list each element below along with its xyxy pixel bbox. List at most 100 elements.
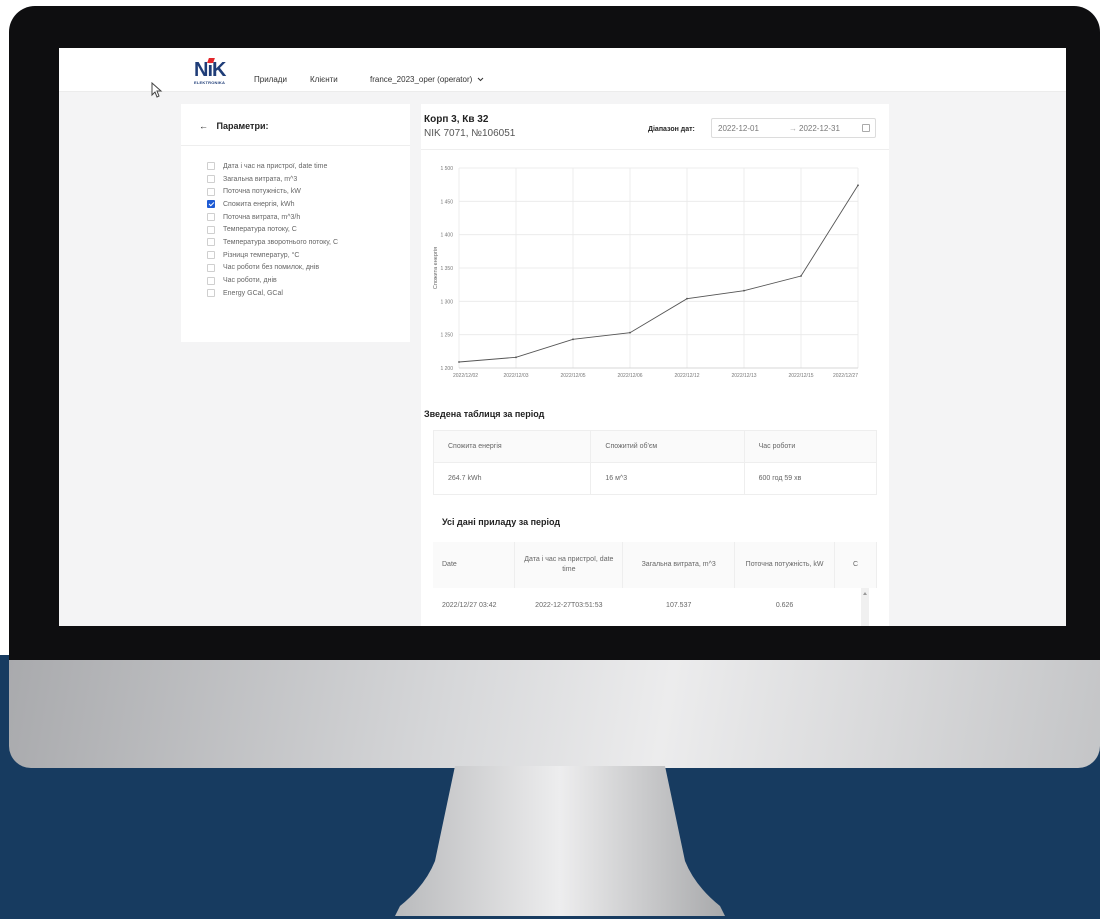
data-point <box>629 331 631 334</box>
y-tick-label: 1 350 <box>440 266 453 272</box>
column-header-total-flow[interactable]: Загальна витрата, m^3 <box>622 542 736 588</box>
parameter-item[interactable]: Поточна витрата, m^3/h <box>207 211 338 224</box>
logo-subtext: ELEKTRONIKA <box>194 80 226 85</box>
nav-user-menu[interactable]: france_2023_oper (operator) <box>370 75 484 84</box>
parameter-item[interactable]: Температура зворотнього потоку, С <box>207 236 338 249</box>
checkbox[interactable] <box>207 225 215 234</box>
range-arrow-icon: → <box>789 124 797 133</box>
all-data-table: Date Дата і час на пристрої, date time З… <box>433 542 877 622</box>
summary-value-runtime: 600 год 59 хв <box>743 462 878 495</box>
device-content: Корп 3, Кв 32 NIK 7071, №106051 Діапазон… <box>421 104 889 626</box>
parameter-item[interactable]: Різниця температур, °С <box>207 249 338 262</box>
energy-line-chart: 1 200 1 250 1 300 1 350 1 400 1 450 1 500 2022/… <box>433 166 859 379</box>
parameter-label: Energy GCal, GCal <box>223 289 283 297</box>
divider <box>181 145 410 146</box>
x-tick-label: 2022/12/05 <box>560 373 585 379</box>
parameter-label: Поточна потужність, kW <box>223 188 301 196</box>
summary-title: Зведена таблиця за період <box>424 409 545 419</box>
app-screen: NiK ELEKTRONIKA Прилади Клієнти france_2… <box>59 48 1066 626</box>
nik-logo[interactable]: NiK ELEKTRONIKA <box>194 58 234 86</box>
data-point <box>800 275 802 277</box>
table-row[interactable]: 2022/12/27 03:42 2022-12-27T03:51:53 107… <box>433 588 877 622</box>
y-tick-label: 1 400 <box>440 233 453 239</box>
parameter-item[interactable]: Температура потоку, С <box>207 223 338 236</box>
parameter-item[interactable]: Energy GCal, GCal <box>207 287 338 300</box>
y-tick-label: 1 450 <box>440 199 453 205</box>
cell-device-datetime: 2022-12-27T03:51:53 <box>535 601 603 609</box>
checkbox[interactable] <box>207 251 215 260</box>
column-header-truncated[interactable]: С <box>834 542 877 588</box>
summary-header-runtime: Час роботи <box>743 430 878 463</box>
checkbox[interactable] <box>207 187 215 196</box>
monitor-chin <box>9 660 1100 768</box>
all-data-header-row: Date Дата і час на пристрої, date time З… <box>433 542 877 588</box>
checkbox[interactable] <box>207 200 215 209</box>
parameters-header: ← Параметри: <box>199 121 268 131</box>
parameter-label: Температура потоку, С <box>223 226 297 234</box>
x-tick-label: 2022/12/15 <box>788 373 813 379</box>
top-navigation-bar: NiK ELEKTRONIKA Прилади Клієнти france_2… <box>59 48 1066 98</box>
parameter-label: Температура зворотнього потоку, С <box>223 238 339 246</box>
summary-value-row: 264.7 kWh 16 м^3 600 год 59 хв <box>432 462 878 495</box>
logo-text: NiK <box>194 59 226 81</box>
date-range-label: Діапазон дат: <box>648 126 695 133</box>
checkbox[interactable] <box>207 238 215 247</box>
column-header-date[interactable]: Date <box>433 542 516 588</box>
y-axis-label: Спожита енергія <box>433 247 439 289</box>
monitor-stand <box>395 766 725 916</box>
column-header-current-power[interactable]: Поточна потужність, kW <box>734 542 836 588</box>
nav-clients[interactable]: Клієнти <box>310 75 338 84</box>
parameter-item[interactable]: Поточна потужність, kW <box>207 185 338 198</box>
summary-value-volume: 16 м^3 <box>590 462 745 495</box>
data-point <box>857 184 859 187</box>
cell-date: 2022/12/27 03:42 <box>442 601 497 609</box>
checkbox[interactable] <box>207 263 215 272</box>
x-tick-label: 2022/12/13 <box>731 373 756 379</box>
y-tick-label: 1 250 <box>440 333 453 339</box>
cell-current-power: 0.626 <box>775 601 794 609</box>
data-point <box>572 338 574 341</box>
mouse-cursor-icon <box>151 82 163 98</box>
parameter-label: Час роботи без помилок, днів <box>223 264 320 272</box>
parameter-label: Час роботи, днів <box>223 277 277 285</box>
parameters-panel: ← Параметри: Дата і час на пристрої, dat… <box>181 104 410 342</box>
back-arrow-icon[interactable]: ← <box>199 121 208 131</box>
nav-devices[interactable]: Прилади <box>254 75 287 84</box>
calendar-icon[interactable] <box>862 124 870 132</box>
date-range-picker[interactable]: 2022-12-01 → 2022-12-31 <box>711 118 876 138</box>
data-point <box>686 297 688 300</box>
x-tick-label: 2022/12/27 <box>833 373 858 379</box>
summary-header-row: Спожита енергія Спожитий об'єм Час робот… <box>432 430 878 463</box>
checkbox[interactable] <box>207 276 215 285</box>
summary-table: Спожита енергія Спожитий об'єм Час робот… <box>432 430 878 495</box>
summary-header-volume: Спожитий об'єм <box>590 430 745 463</box>
checkbox[interactable] <box>207 289 215 298</box>
parameter-item[interactable]: Час роботи без помилок, днів <box>207 262 338 275</box>
x-tick-label: 2022/12/03 <box>503 373 528 379</box>
parameter-label: Різниця температур, °С <box>223 251 300 259</box>
parameter-item[interactable]: Спожита енергія, kWh <box>207 198 338 211</box>
scroll-up-icon[interactable] <box>863 592 867 595</box>
data-point <box>743 289 745 292</box>
checkbox[interactable] <box>207 162 215 171</box>
parameters-title: Параметри: <box>216 121 269 131</box>
chevron-down-icon <box>477 77 483 82</box>
parameter-item[interactable]: Час роботи, днів <box>207 274 338 287</box>
cell-total-flow: 107.537 <box>666 601 692 609</box>
date-from-input[interactable]: 2022-12-01 <box>718 124 759 133</box>
parameter-item[interactable]: Загальна витрата, m^3 <box>207 173 338 186</box>
data-point <box>458 361 460 363</box>
x-tick-label: 2022/12/06 <box>617 373 642 379</box>
parameter-item[interactable]: Дата і час на пристрої, date time <box>207 160 338 173</box>
date-to-input[interactable]: 2022-12-31 <box>799 124 840 133</box>
x-tick-label: 2022/12/02 <box>453 373 478 379</box>
checkbox[interactable] <box>207 213 215 222</box>
data-point <box>515 356 517 359</box>
y-tick-label: 1 500 <box>440 166 453 172</box>
column-header-device-datetime[interactable]: Дата і час на пристрої, date time <box>514 542 624 588</box>
y-tick-label: 1 300 <box>440 299 453 305</box>
checkbox[interactable] <box>207 175 215 184</box>
parameter-label: Загальна витрата, m^3 <box>223 175 298 183</box>
all-data-title: Усі дані приладу за період <box>442 517 561 527</box>
parameter-list: Дата і час на пристрої, date time Загальн… <box>207 160 338 300</box>
